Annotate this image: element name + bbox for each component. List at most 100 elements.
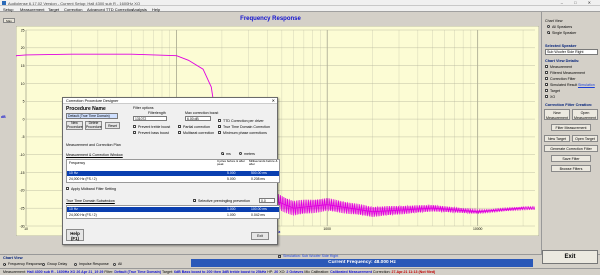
y-tick-label: 15 [21, 64, 25, 68]
status-filter-value: Default (True Time Domain) [114, 270, 162, 274]
correction-filter-label: Correction Filter [550, 76, 576, 81]
table-row[interactable]: 24,000 Hz (FS / 2) 1.000 0.042 ms [67, 213, 279, 218]
status-hp-value: 20 [274, 270, 279, 274]
group-delay-radio[interactable] [42, 262, 45, 266]
all-speakers-label: All Speakers [552, 24, 573, 29]
y-tick-label: -15 [20, 171, 25, 175]
multiseat-correction-checkbox[interactable] [178, 131, 181, 134]
row-cycles: 5.000 [227, 171, 236, 175]
simulated-result-label: Simulated Result [550, 82, 578, 87]
procedure-name-heading: Procedure Name [66, 106, 106, 112]
partial-correction-checkbox[interactable] [178, 125, 181, 128]
x-tick-label: 10 [24, 227, 28, 231]
target-checkbox[interactable] [545, 89, 548, 92]
new-procedure-button[interactable]: New Procedure [66, 121, 83, 130]
all-view-label: All [118, 262, 122, 266]
simulated-result-checkbox[interactable] [545, 83, 549, 87]
new-target-button[interactable]: New Target [544, 135, 570, 142]
prevent-bass-boost-label: Prevent bass boost [138, 130, 169, 135]
minimum-phase-label: Minimum phase corrections [223, 130, 267, 135]
current-frequency-banner: Current Frequency: 48.000 Hz [191, 259, 533, 267]
measurement-check-label: Measurement [550, 64, 572, 69]
row-frequency: 24,000 Hz (FS / 2) [69, 177, 97, 181]
chart-view-heading: Chart View [545, 19, 563, 23]
status-hp-label: HP: [267, 270, 274, 274]
filter-options-heading: Filter options [133, 106, 154, 110]
unit-ms-label: ms [226, 151, 231, 156]
row-frequency: 10 Hz [69, 171, 78, 175]
xo-checkbox[interactable] [545, 95, 548, 98]
dialog-exit-button[interactable]: Exit [251, 232, 269, 240]
open-target-button[interactable]: Open Target [572, 135, 598, 142]
row-ms: 500.00 ms [251, 171, 267, 175]
status-target-value: 6dB Bass boost to 200 then 3dB treble bo… [173, 270, 267, 274]
simulation-link[interactable]: Simulation [578, 83, 595, 87]
row-cycles: 5.000 [227, 177, 236, 181]
simulation-checkbox[interactable] [278, 254, 282, 258]
row-frequency: 24,000 Hz (FS / 2) [69, 213, 97, 217]
exit-button[interactable]: Exit [542, 250, 598, 264]
dialog-close-icon[interactable]: ✕ [272, 98, 275, 104]
status-mic-value: Calibrated Measurement [330, 270, 372, 274]
filter-length-label: Filterlength [148, 111, 166, 115]
impulse-response-radio[interactable] [74, 262, 77, 266]
prevent-treble-boost-checkbox[interactable] [133, 125, 136, 128]
correction-filter-checkbox[interactable] [545, 77, 548, 80]
measurement-plan-heading: Measurement and Correction Plan [66, 143, 121, 147]
filtered-measurement-checkbox[interactable] [545, 71, 548, 74]
true-time-domain-checkbox[interactable] [218, 125, 222, 129]
row-ms: 0.042 ms [251, 213, 265, 217]
table-row[interactable]: 24,000 Hz (FS / 2) 5.000 0.208 ms [67, 177, 279, 182]
window-controls[interactable]: – □ ✕ [561, 0, 596, 5]
new-measurement-button[interactable]: New Measurement [544, 109, 570, 120]
filter-length-select[interactable]: 131072 [133, 116, 167, 121]
selective-prevention-label: Selective premingling prevention [198, 198, 250, 203]
all-speakers-radio[interactable] [547, 25, 550, 28]
target-check-label: Target [550, 88, 560, 93]
single-speaker-label: Single Speaker [552, 30, 577, 35]
help-button[interactable]: Help (F1) [66, 229, 84, 241]
group-delay-label: Group Delay [47, 262, 68, 266]
y-tick-label: 5 [23, 100, 25, 104]
all-view-radio[interactable] [113, 262, 116, 266]
ttd-per-driver-checkbox[interactable] [218, 119, 221, 122]
apply-midband-label: Apply Midband Filter Setting [71, 186, 116, 191]
selected-speaker-select[interactable]: Sub Woofer Side Right [545, 49, 598, 55]
single-speaker-radio[interactable] [547, 31, 550, 34]
reset-button[interactable]: Reset [105, 122, 120, 129]
open-measurement-button[interactable]: Open Measurement [572, 109, 598, 120]
simulation-check-label: Simulation: Sub Woofer Side Right [283, 254, 339, 258]
selective-prevention-input[interactable]: 0.0 [259, 198, 275, 203]
procedure-name-select[interactable]: Default (True Time Domain) [66, 113, 118, 119]
chart-title: Frequency Response [240, 16, 301, 22]
col-ms-header: Milliseconds before & after [249, 159, 278, 167]
filter-measurement-button[interactable]: Filter Measurement [551, 124, 591, 131]
status-correction-label: Correction: [372, 270, 391, 274]
unit-meters-radio[interactable] [239, 152, 242, 155]
save-filter-button[interactable]: Save Filter [551, 155, 591, 162]
unit-ms-radio[interactable] [221, 152, 224, 155]
table-row[interactable]: 10 Hz 5.000 500.00 ms [67, 171, 279, 176]
x-tick-label: 1000 [323, 227, 331, 231]
minimum-phase-checkbox[interactable] [218, 131, 221, 134]
ttd-per-driver-label: TTD Correction per driver [223, 118, 264, 123]
sidebar: Chart View All Speakers Single Speaker S… [541, 12, 600, 254]
col-frequency-header: Frequency [69, 161, 86, 165]
maximize-chart-button[interactable]: Max [3, 18, 15, 23]
selective-prevention-checkbox[interactable] [193, 199, 197, 203]
table-row[interactable]: 10 Hz 1.000 100.00 ms [67, 207, 279, 212]
prevent-bass-boost-checkbox[interactable] [133, 131, 136, 134]
col-cycles-header: Cycles before & after peak [217, 159, 246, 167]
ttd-window-heading: True Time Domain Subwindow [66, 199, 115, 203]
browse-filters-button[interactable]: Browse Filters [551, 165, 591, 172]
status-filter-label: Filter: [104, 270, 114, 274]
multiseat-correction-label: Multiseat correction [183, 130, 215, 135]
max-boost-input[interactable]: 6.00 dB [185, 116, 211, 121]
generate-correction-filter-button[interactable]: Generate Correction Filter [544, 145, 598, 152]
apply-midband-checkbox[interactable] [66, 187, 69, 190]
filtered-measurement-label: Filtered Measurement [550, 70, 585, 75]
measurement-checkbox[interactable] [545, 65, 548, 68]
delete-procedure-button[interactable]: Delete Procedure [85, 121, 102, 130]
y-tick-label: 25 [21, 28, 25, 32]
frequency-response-radio[interactable] [3, 262, 6, 266]
